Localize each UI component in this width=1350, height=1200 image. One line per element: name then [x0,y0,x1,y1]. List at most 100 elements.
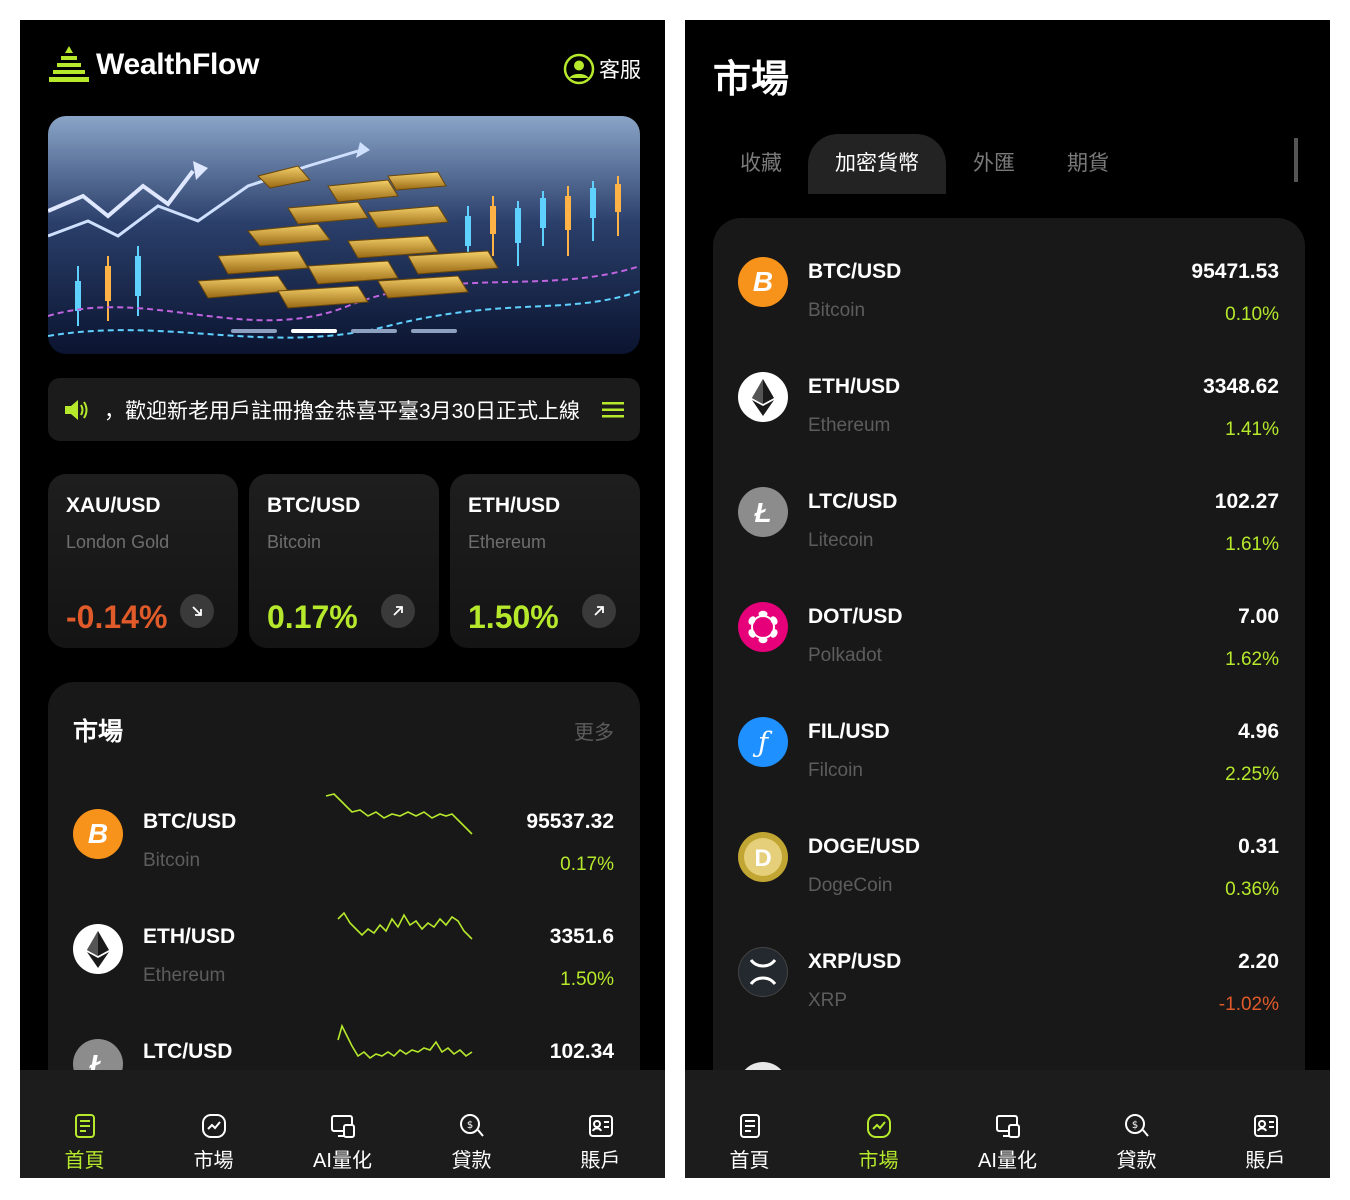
list-menu-icon[interactable] [600,397,626,423]
market-title: 市場 [73,718,124,746]
account-icon [1253,1115,1278,1137]
banner-dot-active[interactable] [291,329,337,333]
market-row-btc[interactable]: B BTC/USD Bitcoin 95537.32 0.17% [48,792,640,907]
tabs-scrollbar[interactable] [1294,138,1298,182]
home-icon [74,1114,95,1138]
market-icon [866,1114,891,1138]
tab-favorites[interactable]: 收藏 [713,134,809,194]
market-row-btc[interactable]: B BTC/USD Bitcoin 95471.53 0.10% [713,240,1305,355]
ticker-symbol: XAU/USD [66,494,161,517]
nav-account[interactable]: 賬戶 [546,1112,656,1173]
coin-name: Ethereum [808,415,891,436]
nav-home[interactable]: 首頁 [30,1112,140,1173]
ticker-card-xau[interactable]: XAU/USD London Gold -0.14% [48,474,238,648]
price: 95537.32 [526,810,614,833]
symbol: ETH/USD [808,375,901,398]
ticker-name: Ethereum [468,532,547,552]
symbol: LTC/USD [143,1040,233,1063]
more-link[interactable]: 更多 [574,716,614,745]
nav-label: 市場 [858,1150,899,1172]
ethereum-icon [73,924,123,974]
ticker-change: 1.50% [468,599,559,635]
nav-label: AI量化 [313,1150,372,1172]
account-icon [588,1115,613,1137]
nav-label: AI量化 [978,1150,1037,1172]
market-row-fil[interactable]: ƒ FIL/USD Filcoin 4.96 2.25% [713,700,1305,815]
market-row-eth[interactable]: ETH/USD Ethereum 3351.6 1.50% [48,907,640,1022]
nav-account[interactable]: 賬戶 [1211,1112,1321,1173]
sparkline-chart [325,793,473,835]
change: 0.10% [1225,304,1279,325]
announcement-bar[interactable]: ，歡迎新老用戶註冊擼金恭喜平臺3月30日正式上線 [48,378,640,441]
bitcoin-icon: B [738,257,788,307]
arrow-up-right-icon [582,594,616,628]
crypto-list: B BTC/USD Bitcoin 95471.53 0.10% ETH/USD… [713,218,1305,1118]
ticker-symbol: ETH/USD [468,494,561,517]
tab-crypto[interactable]: 加密貨幣 [808,134,946,194]
bitcoin-icon: B [73,809,123,859]
market-row-doge[interactable]: D DOGE/USD DogeCoin 0.31 0.36% [713,815,1305,930]
banner-dot[interactable] [231,329,277,333]
svg-text:$: $ [1131,1120,1137,1131]
ticker-change: 0.17% [267,599,358,635]
market-row-dot[interactable]: DOT/USD Polkadot 7.00 1.62% [713,585,1305,700]
market-row-eth[interactable]: ETH/USD Ethereum 3348.62 1.41% [713,355,1305,470]
ai-quant-icon [995,1115,1020,1138]
coin-name: Bitcoin [808,300,866,321]
price: 102.34 [549,1040,614,1063]
change: 2.25% [1225,764,1279,785]
bottom-nav: 首頁 市場 AI量化 $ 貸款 賬戶 [685,1070,1330,1178]
nav-label: 賬戶 [1245,1150,1286,1172]
symbol: BTC/USD [808,260,902,283]
price: 102.27 [1214,490,1279,513]
banner-dot[interactable] [411,329,457,333]
nav-loan[interactable]: $ 貸款 [1082,1112,1192,1173]
market-row-ltc[interactable]: Ł LTC/USD Litecoin 102.27 1.61% [713,470,1305,585]
coin-name: XRP [808,990,848,1011]
ticker-card-eth[interactable]: ETH/USD Ethereum 1.50% [450,474,640,648]
promo-banner[interactable] [48,116,640,354]
nav-loan[interactable]: $ 貸款 [417,1112,527,1173]
nav-market[interactable]: 市場 [824,1112,934,1173]
wealthflow-logo-icon [49,46,89,82]
ai-quant-icon [330,1115,355,1138]
speaker-icon [65,399,88,420]
dogecoin-icon: D [738,832,788,882]
nav-label: 市場 [193,1150,234,1172]
bottom-nav: 首頁 市場 AI量化 $ 貸款 賬戶 [20,1070,665,1178]
ticker-card-btc[interactable]: BTC/USD Bitcoin 0.17% [249,474,439,648]
market-row-xrp[interactable]: XRP/USD XRP 2.20 -1.02% [713,930,1305,1045]
banner-dot[interactable] [351,329,397,333]
user-circle-icon [563,53,595,85]
page-title: 市場 [713,59,790,101]
nav-ai-quant[interactable]: AI量化 [953,1112,1063,1173]
loan-icon: $ [1124,1114,1149,1137]
change: 1.62% [1225,649,1279,670]
market-icon [201,1114,226,1138]
home-screen: WealthFlow 客服 ，歡迎新老用戶註冊擼金恭喜平臺3月30日正式上線 X… [20,20,665,1178]
litecoin-icon: Ł [738,487,788,537]
sparkline-chart [337,911,473,940]
support-button[interactable]: 客服 [563,53,641,85]
home-icon [739,1114,760,1138]
svg-text:$: $ [466,1120,472,1131]
tab-futures[interactable]: 期貨 [1043,134,1133,194]
nav-label: 貸款 [451,1150,492,1172]
brand[interactable]: WealthFlow [48,44,259,86]
ticker-change: -0.14% [66,599,168,635]
nav-ai-quant[interactable]: AI量化 [288,1112,398,1173]
price: 0.31 [1238,835,1279,858]
nav-market[interactable]: 市場 [159,1112,269,1173]
tab-forex[interactable]: 外匯 [949,134,1039,194]
price: 3351.6 [549,925,614,948]
symbol: ETH/USD [143,925,236,948]
svg-text:B: B [753,266,773,297]
sparkline-chart [337,1023,473,1060]
symbol: DOGE/USD [808,835,921,858]
nav-home[interactable]: 首頁 [695,1112,805,1173]
change: 0.36% [1225,879,1279,900]
ticker-cards: XAU/USD London Gold -0.14% BTC/USD Bitco… [48,474,640,648]
xrp-icon [738,947,788,997]
arrow-down-right-icon [180,594,214,628]
brand-name: WealthFlow [96,48,260,81]
